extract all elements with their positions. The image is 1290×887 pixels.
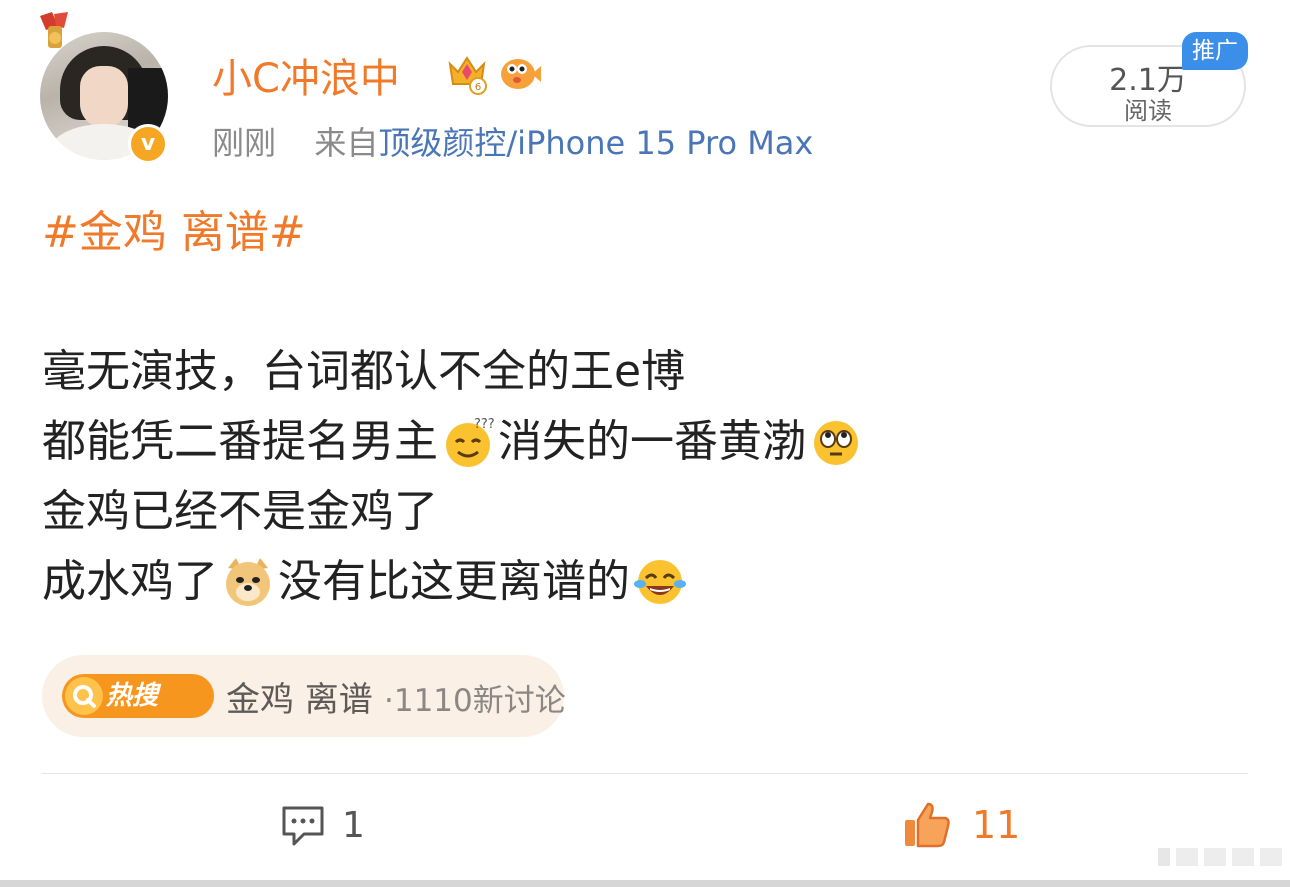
comment-button[interactable]: 1 (280, 800, 390, 852)
divider (42, 773, 1248, 774)
svg-text:6: 6 (475, 82, 481, 93)
like-button[interactable]: 11 (902, 798, 1032, 852)
rolling-eyes-emoji-icon (814, 421, 858, 465)
source-link[interactable]: 顶级颜控/iPhone 15 Pro Max (378, 124, 813, 162)
source-device[interactable]: /iPhone 15 Pro Max (506, 124, 813, 162)
avatar-face (80, 66, 128, 128)
post-text: 消失的一番黄渤 (498, 416, 806, 467)
pufferfish-icon (501, 59, 541, 89)
hot-search-icon (65, 677, 103, 715)
post-line-3: 金鸡已经不是金鸡了 (42, 482, 438, 538)
thumbs-up-icon (905, 802, 950, 848)
post-line-1: 毫无演技，台词都认不全的王e博 (42, 342, 685, 398)
source-prefix: 来自 (314, 124, 379, 162)
hot-search-badge: 热搜 (62, 674, 214, 718)
comment-count: 1 (342, 805, 365, 846)
author-name[interactable]: 小C冲浪中 (212, 46, 400, 104)
watermark-icon (1158, 848, 1282, 866)
post-text: 都能凭二番提名男主 (42, 416, 438, 467)
crown-level-icon: 6 (448, 56, 487, 95)
weibo-post-card: v 小C冲浪中 6 刚刚 来自顶级颜控/iPhone 15 Pro Max 2.… (0, 0, 1290, 887)
verified-icon: v (128, 124, 168, 164)
medal-icon (40, 12, 68, 48)
comment-icon (282, 806, 324, 846)
hot-search-pill[interactable]: 热搜 金鸡 离谱 ·1110新讨论 (42, 655, 566, 737)
post-line-4: 成水鸡了 没有比这更离谱的 (42, 552, 690, 608)
read-label: 阅读 (1124, 97, 1172, 125)
post-line-2: 都能凭二番提名男主 ??? 消失的一番黄渤 (42, 412, 866, 468)
hot-search-label: 热搜 (106, 681, 159, 711)
bottom-bar (0, 880, 1290, 887)
post-text: 没有比这更离谱的 (278, 556, 630, 607)
laughing-tears-emoji-icon (634, 560, 686, 604)
promo-tag: 推广 (1182, 32, 1248, 70)
confused-emoji-icon: ??? (446, 417, 495, 467)
post-text: 成水鸡了 (42, 556, 218, 607)
post-time: 刚刚 (212, 124, 277, 162)
post-text: 金鸡已经不是金鸡了 (42, 486, 438, 537)
svg-text:???: ??? (474, 417, 495, 432)
hot-search-count: ·1110新讨论 (384, 683, 566, 719)
post-hashtag[interactable]: #金鸡 离谱# (42, 196, 306, 260)
like-count: 11 (972, 803, 1021, 847)
doge-emoji-icon (226, 558, 270, 606)
post-text: 毫无演技，台词都认不全的王e博 (42, 346, 686, 397)
post-meta: 刚刚 来自顶级颜控/iPhone 15 Pro Max (212, 118, 813, 164)
source-app[interactable]: 顶级颜控 (378, 124, 506, 162)
hot-search-topic: 金鸡 离谱 (226, 680, 373, 720)
